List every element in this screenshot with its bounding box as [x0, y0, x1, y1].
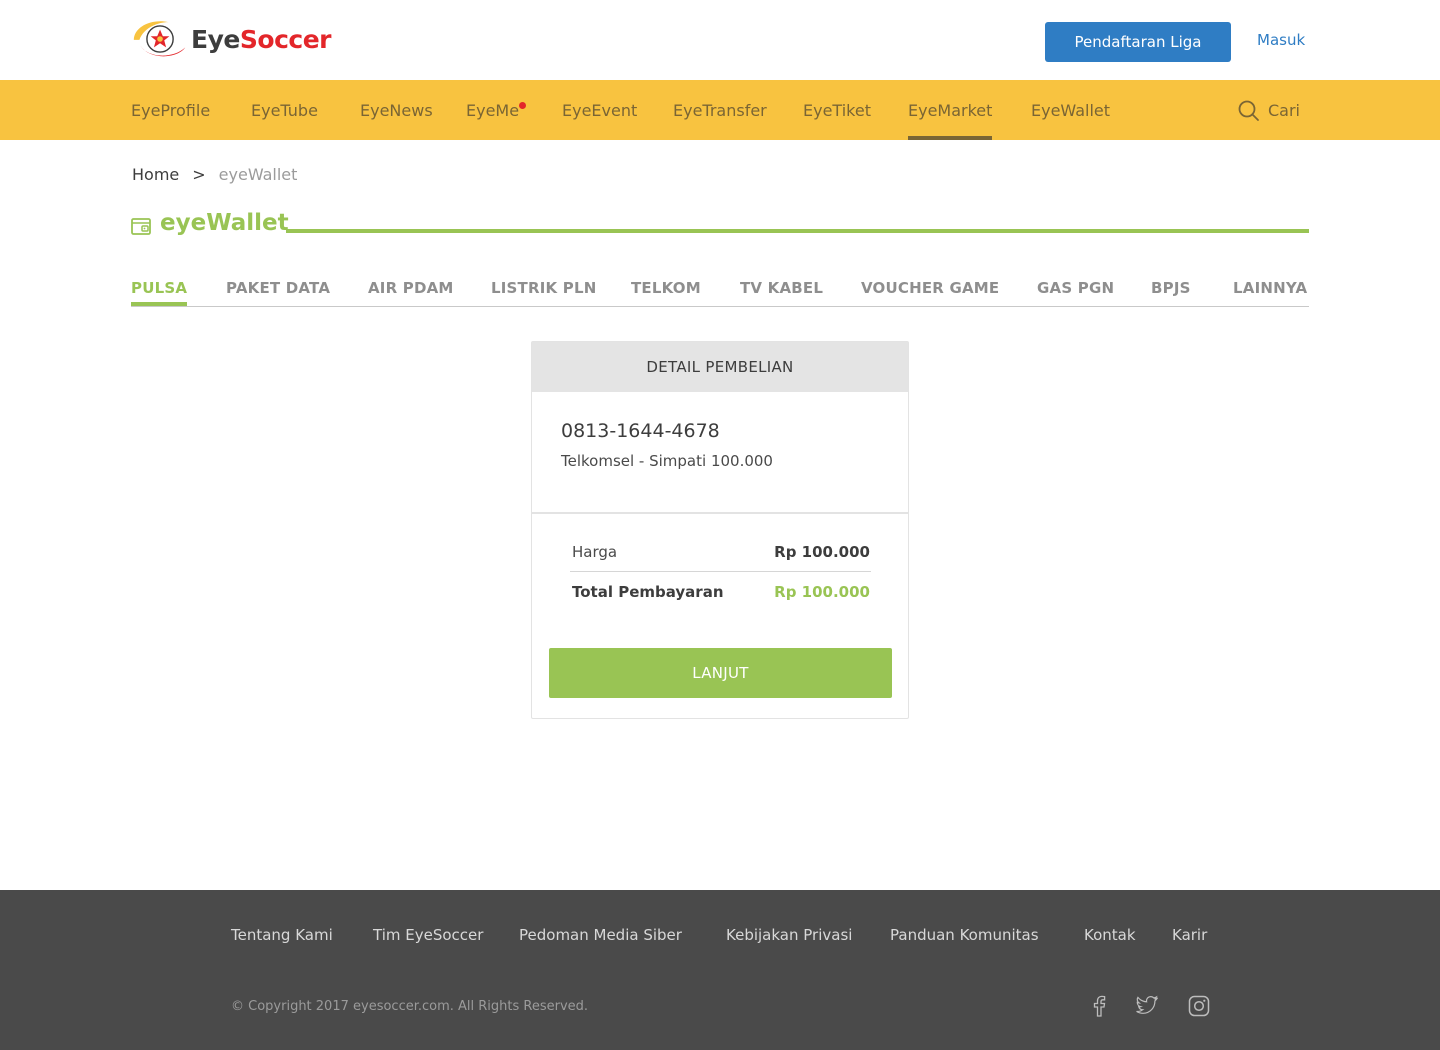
total-label: Total Pembayaran — [572, 583, 724, 601]
logo-wordmark: EyeSoccer — [191, 25, 331, 54]
purchase-detail-card: DETAIL PEMBELIAN 0813-1644-4678 Telkomse… — [531, 341, 909, 719]
facebook-icon[interactable] — [1090, 995, 1108, 1021]
nav-item-eyetube[interactable]: EyeTube — [251, 101, 318, 140]
tab-gas-pgn[interactable]: GAS PGN — [1037, 279, 1114, 306]
nav-item-eyemarket[interactable]: EyeMarket — [908, 101, 993, 140]
eyesoccer-logo[interactable]: EyeSoccer — [131, 18, 332, 60]
next-button[interactable]: LANJUT — [549, 648, 892, 698]
page-title-section: eyeWallet — [131, 210, 1309, 240]
site-footer: Tentang Kami Tim EyeSoccer Pedoman Media… — [0, 890, 1440, 1050]
total-row: Total Pembayaran Rp 100.000 — [572, 583, 870, 601]
price-row: Harga Rp 100.000 — [572, 543, 870, 561]
copyright-text: © Copyright 2017 eyesoccer.com. All Righ… — [231, 999, 589, 1014]
instagram-icon[interactable] — [1188, 995, 1210, 1021]
wallet-icon — [131, 218, 151, 235]
login-link[interactable]: Masuk — [1257, 31, 1305, 49]
nav-item-eyewallet[interactable]: EyeWallet — [1031, 101, 1110, 140]
title-underline — [286, 229, 1309, 233]
page-title: eyeWallet — [160, 210, 289, 236]
league-registration-button[interactable]: Pendaftaran Liga — [1045, 22, 1231, 62]
tab-listrik-pln[interactable]: LISTRIK PLN — [491, 279, 596, 306]
tab-pulsa[interactable]: PULSA — [131, 279, 188, 306]
tab-voucher-game[interactable]: VOUCHER GAME — [861, 279, 999, 306]
eyesoccer-logo-icon — [133, 21, 186, 57]
breadcrumb-home-link[interactable]: Home — [132, 165, 179, 184]
service-tabs: PULSA PAKET DATA AIR PDAM LISTRIK PLN TE… — [131, 277, 1309, 307]
tab-air-pdam[interactable]: AIR PDAM — [368, 279, 454, 306]
logo-soccer-text: Soccer — [239, 24, 332, 54]
breadcrumb-current: eyeWallet — [218, 165, 298, 184]
footer-link-kontak[interactable]: Kontak — [1084, 926, 1136, 944]
site-header: EyeSoccer Pendaftaran Liga Masuk — [0, 0, 1440, 80]
footer-link-pedoman-media-siber[interactable]: Pedoman Media Siber — [519, 926, 682, 944]
search-label: Cari — [1268, 101, 1300, 120]
tab-lainnya[interactable]: LAINNYA — [1233, 279, 1307, 306]
tab-bpjs[interactable]: BPJS — [1151, 279, 1191, 306]
footer-link-panduan-komunitas[interactable]: Panduan Komunitas — [890, 926, 1039, 944]
search-icon — [1238, 100, 1259, 121]
twitter-icon[interactable] — [1136, 995, 1159, 1019]
purchase-detail-heading: DETAIL PEMBELIAN — [532, 342, 908, 392]
price-divider — [570, 571, 871, 572]
nav-item-eyeevent[interactable]: EyeEvent — [562, 101, 637, 140]
card-divider — [531, 512, 909, 514]
nav-item-eyenews[interactable]: EyeNews — [360, 101, 433, 140]
footer-link-tentang-kami[interactable]: Tentang Kami — [231, 926, 333, 944]
price-label: Harga — [572, 543, 618, 561]
total-value: Rp 100.000 — [774, 583, 870, 601]
nav-item-eyetiket[interactable]: EyeTiket — [803, 101, 871, 140]
footer-link-karir[interactable]: Karir — [1172, 926, 1207, 944]
nav-search[interactable]: Cari — [1237, 99, 1300, 122]
breadcrumb: Home > eyeWallet — [132, 165, 297, 184]
nav-item-eyeprofile[interactable]: EyeProfile — [131, 101, 210, 140]
tab-paket-data[interactable]: PAKET DATA — [226, 279, 330, 306]
nav-item-eyeme[interactable]: EyeMe — [466, 101, 527, 140]
breadcrumb-separator: > — [192, 165, 206, 184]
tab-telkom[interactable]: TELKOM — [631, 279, 701, 306]
nav-item-eyetransfer[interactable]: EyeTransfer — [673, 101, 767, 140]
notification-dot-icon — [519, 102, 527, 109]
main-nav: EyeProfile EyeTube EyeNews EyeMe EyeEven… — [0, 80, 1440, 140]
phone-number: 0813-1644-4678 — [561, 420, 720, 442]
footer-link-tim-eyesoccer[interactable]: Tim EyeSoccer — [373, 926, 483, 944]
logo-eye-text: Eye — [191, 24, 240, 54]
price-value: Rp 100.000 — [774, 543, 870, 561]
product-name: Telkomsel - Simpati 100.000 — [561, 452, 773, 470]
nav-item-eyeme-label: EyeMe — [466, 101, 520, 120]
tab-tv-kabel[interactable]: TV KABEL — [740, 279, 823, 306]
footer-link-kebijakan-privasi[interactable]: Kebijakan Privasi — [726, 926, 852, 944]
